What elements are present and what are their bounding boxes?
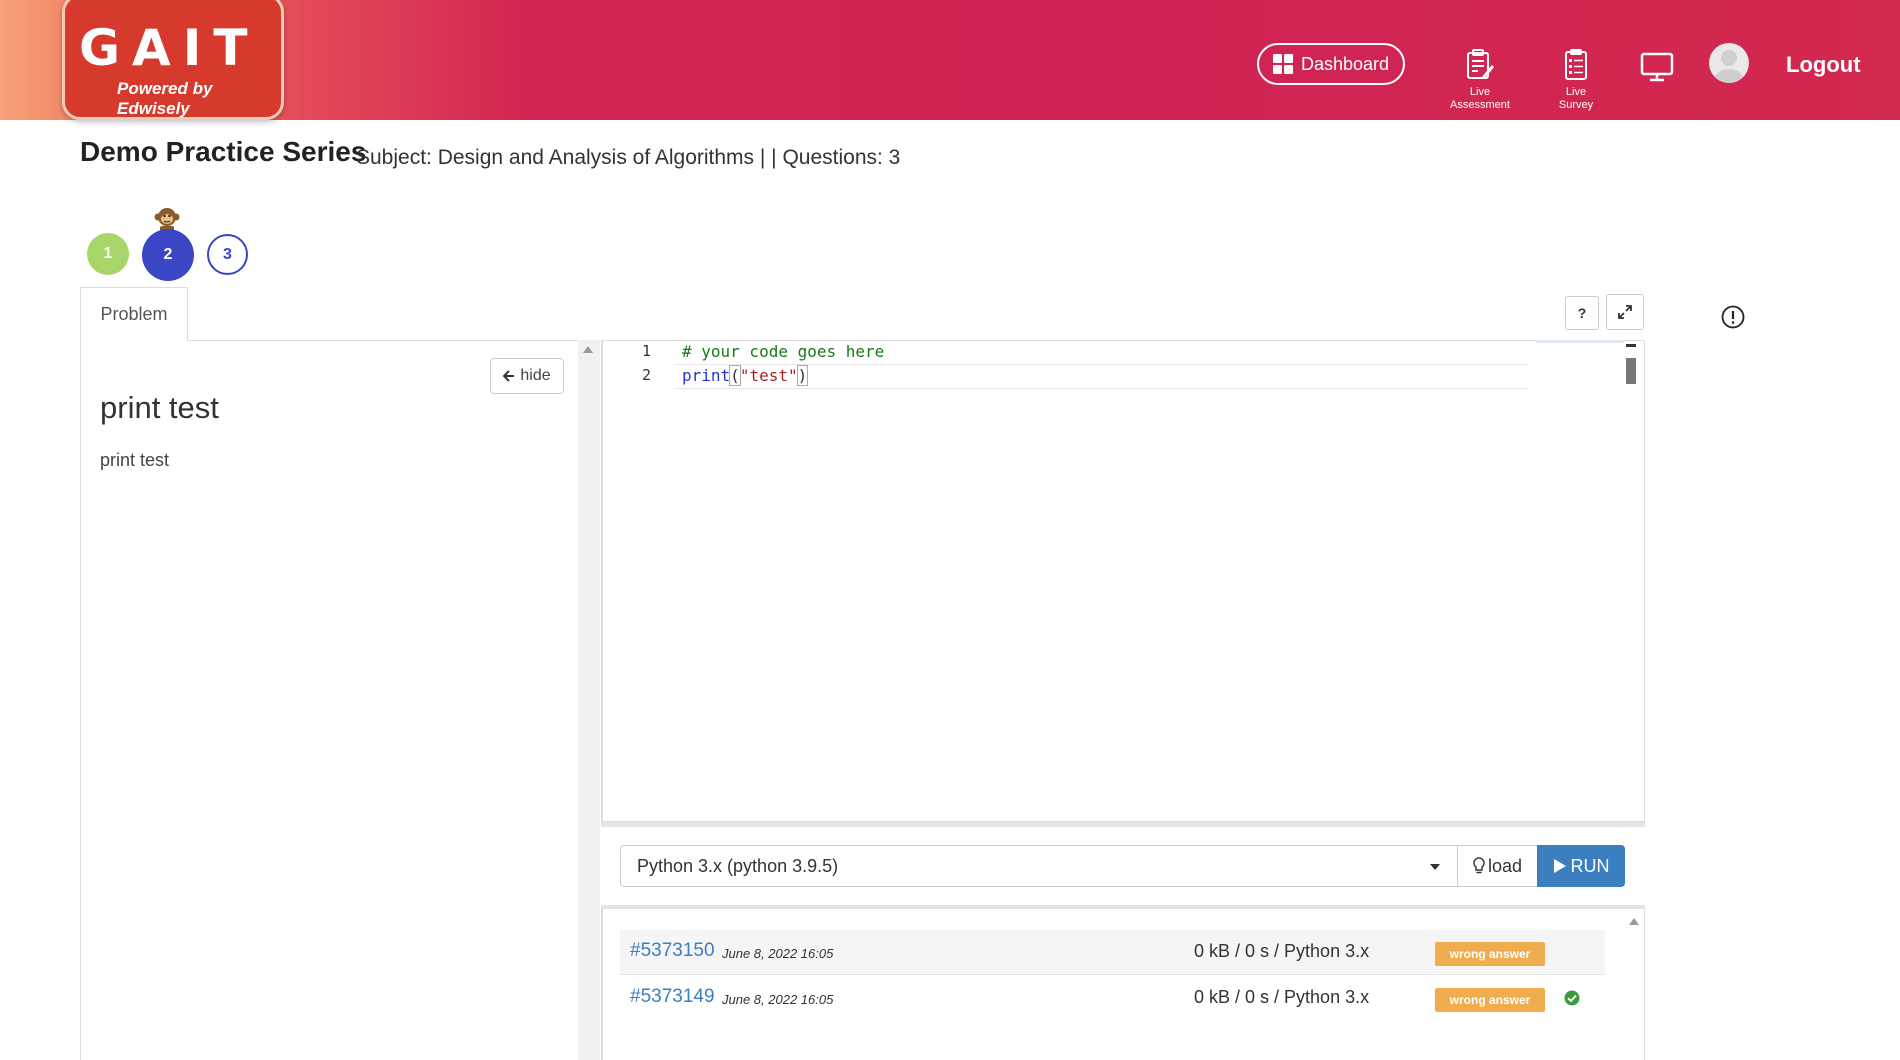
fullscreen-button[interactable] xyxy=(1606,294,1644,330)
expand-icon xyxy=(1618,305,1632,319)
code-close-paren: ) xyxy=(796,365,809,386)
monitor-icon[interactable] xyxy=(1640,52,1674,87)
load-button[interactable]: load xyxy=(1457,845,1538,887)
dashboard-button[interactable]: Dashboard xyxy=(1257,43,1405,85)
submission-stats: 0 kB / 0 s / Python 3.x xyxy=(1194,941,1370,961)
problem-pane xyxy=(80,340,578,1060)
live-survey-label-2: Survey xyxy=(1558,99,1594,111)
info-alert-icon[interactable] xyxy=(1721,305,1745,334)
hide-button[interactable]: hide xyxy=(490,358,564,394)
live-survey-link[interactable]: Live Survey xyxy=(1538,48,1614,112)
live-assessment-label-2: Assessment xyxy=(1450,99,1510,111)
run-button[interactable]: RUN xyxy=(1537,845,1625,887)
editor-scroll-marker xyxy=(1626,344,1636,347)
submission-stats: 0 kB / 0 s / Python 3.x xyxy=(1194,987,1370,1007)
top-header xyxy=(0,0,1900,120)
editor-minimap[interactable] xyxy=(1536,340,1624,343)
language-select[interactable]: Python 3.x (python 3.9.5) xyxy=(620,845,1458,887)
submission-id-link[interactable]: #5373150 xyxy=(630,940,715,962)
user-avatar-icon xyxy=(1714,50,1744,83)
hide-label: hide xyxy=(520,367,551,384)
code-comment[interactable]: # your code goes here xyxy=(682,342,884,361)
live-assessment-label-1: Live xyxy=(1469,86,1491,98)
code-statement[interactable]: print("test") xyxy=(682,365,809,386)
submission-row: #5373150 June 8, 2022 16:05 0 kB / 0 s /… xyxy=(620,930,1605,975)
subject-line: Subject: Design and Analysis of Algorith… xyxy=(356,146,901,169)
code-function-name: print xyxy=(682,366,731,385)
run-label: RUN xyxy=(1570,855,1610,876)
submission-id-link[interactable]: #5373149 xyxy=(630,986,715,1008)
live-assessment-icon xyxy=(1467,49,1495,79)
submission-date: June 8, 2022 16:05 xyxy=(722,992,834,1007)
scroll-up-arrow-icon[interactable] xyxy=(1629,918,1639,925)
help-button[interactable]: ? xyxy=(1565,296,1599,330)
code-open-paren: ( xyxy=(729,365,741,386)
problem-scrollbar[interactable] xyxy=(578,340,600,1060)
logo-title: GAIT xyxy=(79,19,260,77)
gait-logo[interactable]: GAIT Powered by Edwisely xyxy=(62,0,284,120)
dashboard-grid-icon xyxy=(1272,54,1293,74)
code-string: "test" xyxy=(739,366,798,385)
code-editor[interactable] xyxy=(601,340,1645,822)
editor-scrollbar-thumb[interactable] xyxy=(1626,358,1636,384)
submission-status-badge: wrong answer xyxy=(1435,942,1545,966)
live-assessment-link[interactable]: Live Assessment xyxy=(1440,48,1520,112)
submission-row: #5373149 June 8, 2022 16:05 0 kB / 0 s /… xyxy=(620,976,1605,1020)
logo-subtitle: Powered by Edwisely xyxy=(117,79,213,118)
check-circle-icon xyxy=(1564,990,1580,1011)
load-label: load xyxy=(1487,855,1523,876)
problem-description: print test xyxy=(100,450,170,470)
dashboard-label: Dashboard xyxy=(1300,53,1390,74)
question-3-button[interactable]: 3 xyxy=(207,234,248,275)
lightbulb-icon xyxy=(1473,857,1485,874)
tab-problem[interactable]: Problem xyxy=(80,287,188,341)
question-2-button[interactable]: 2 xyxy=(142,229,194,281)
submission-status-badge: wrong answer xyxy=(1435,988,1545,1012)
problem-title: print test xyxy=(100,390,219,425)
submission-date: June 8, 2022 16:05 xyxy=(722,946,834,961)
chevron-down-icon[interactable] xyxy=(1430,864,1440,870)
line-number: 1 xyxy=(641,342,651,360)
arrow-left-icon xyxy=(503,370,515,382)
line-number: 2 xyxy=(641,366,651,384)
series-title: Demo Practice Series xyxy=(80,136,367,167)
scroll-up-arrow-icon[interactable] xyxy=(583,346,593,353)
live-survey-label-1: Live xyxy=(1565,86,1587,98)
live-survey-icon xyxy=(1565,49,1587,80)
play-icon xyxy=(1553,859,1566,873)
logout-link[interactable]: Logout xyxy=(1786,52,1861,78)
editor-resize-divider[interactable] xyxy=(601,822,1645,827)
user-avatar[interactable] xyxy=(1709,43,1749,83)
question-1-button[interactable]: 1 xyxy=(87,233,129,275)
